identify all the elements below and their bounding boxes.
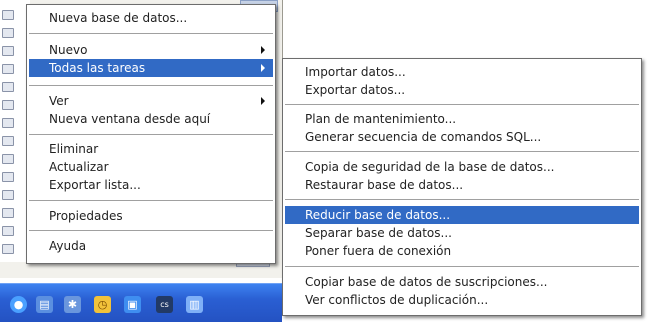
menu-separator bbox=[29, 33, 273, 35]
tree-node-icon[interactable] bbox=[2, 244, 14, 254]
menu-item-export-data[interactable]: Exportar datos... bbox=[285, 81, 639, 99]
console-icon[interactable]: cs bbox=[156, 296, 173, 313]
menu-item-label: Poner fuera de conexión bbox=[305, 244, 452, 258]
taskbar: ● ▤ ✱ ◷ ▣ cs ▥ bbox=[0, 283, 282, 322]
menu-item-label: Todas las tareas bbox=[49, 61, 146, 75]
menu-item-label: Exportar lista... bbox=[49, 178, 141, 192]
all-tasks-submenu: Importar datos... Exportar datos... Plan… bbox=[282, 58, 642, 316]
menu-item-label: Eliminar bbox=[49, 142, 99, 156]
menu-item-all-tasks[interactable]: Todas las tareas bbox=[29, 59, 273, 77]
submenu-arrow-icon bbox=[261, 64, 265, 72]
menu-item-label: Restaurar base de datos... bbox=[305, 178, 464, 192]
menu-item-backup-database[interactable]: Copia de seguridad de la base de datos..… bbox=[285, 158, 639, 176]
tree-node-icon[interactable] bbox=[2, 208, 14, 218]
menu-item-import-data[interactable]: Importar datos... bbox=[285, 63, 639, 81]
tools-icon[interactable]: ✱ bbox=[64, 296, 81, 313]
menu-item-refresh[interactable]: Actualizar bbox=[29, 158, 273, 176]
menu-item-new[interactable]: Nuevo bbox=[29, 41, 273, 59]
menu-separator bbox=[29, 230, 273, 232]
clock-icon[interactable]: ◷ bbox=[94, 296, 111, 313]
menu-item-shrink-database[interactable]: Reducir base de datos... bbox=[285, 206, 639, 224]
menu-item-label: Ver bbox=[49, 94, 69, 108]
menu-item-help[interactable]: Ayuda bbox=[29, 237, 273, 255]
menu-item-view[interactable]: Ver bbox=[29, 92, 273, 110]
tree-node-icon[interactable] bbox=[2, 190, 14, 200]
menu-item-export-list[interactable]: Exportar lista... bbox=[29, 176, 273, 194]
menu-item-properties[interactable]: Propiedades bbox=[29, 207, 273, 225]
menu-separator bbox=[285, 151, 639, 153]
menu-item-label: Exportar datos... bbox=[305, 83, 406, 97]
menu-item-label: Importar datos... bbox=[305, 65, 406, 79]
tree-node-icon[interactable] bbox=[2, 172, 14, 182]
menu-item-detach-database[interactable]: Separar base de datos... bbox=[285, 224, 639, 242]
menu-item-label: Nueva base de datos... bbox=[49, 11, 188, 25]
menu-item-label: Plan de mantenimiento... bbox=[305, 112, 457, 126]
menu-item-maintenance-plan[interactable]: Plan de mantenimiento... bbox=[285, 110, 639, 128]
tree-node-icon[interactable] bbox=[2, 118, 14, 128]
menu-item-label: Actualizar bbox=[49, 160, 109, 174]
tree-node-icon[interactable] bbox=[2, 10, 14, 20]
menu-item-label: Nueva ventana desde aquí bbox=[49, 112, 211, 126]
tree-node-icon[interactable] bbox=[2, 64, 14, 74]
menu-item-delete[interactable]: Eliminar bbox=[29, 140, 273, 158]
tree-node-icon[interactable] bbox=[2, 154, 14, 164]
menu-separator bbox=[29, 134, 273, 136]
menu-item-label: Separar base de datos... bbox=[305, 226, 452, 240]
menu-item-copy-subscription-database[interactable]: Copiar base de datos de suscripciones... bbox=[285, 273, 639, 291]
menu-item-generate-sql-script[interactable]: Generar secuencia de comandos SQL... bbox=[285, 128, 639, 146]
app-icon[interactable]: ● bbox=[10, 296, 27, 313]
menu-item-label: Copiar base de datos de suscripciones... bbox=[305, 275, 548, 289]
menu-item-new-window[interactable]: Nueva ventana desde aquí bbox=[29, 110, 273, 128]
submenu-arrow-icon bbox=[261, 46, 265, 54]
menu-item-new-database[interactable]: Nueva base de datos... bbox=[29, 9, 273, 27]
menu-item-label: Reducir base de datos... bbox=[305, 208, 451, 222]
menu-item-label: Propiedades bbox=[49, 209, 123, 223]
menu-separator bbox=[29, 85, 273, 87]
tree-node-icon[interactable] bbox=[2, 226, 14, 236]
submenu-arrow-icon bbox=[261, 97, 265, 105]
menu-separator bbox=[285, 266, 639, 268]
document-icon[interactable]: ▥ bbox=[186, 296, 203, 313]
menu-item-label: Copia de seguridad de la base de datos..… bbox=[305, 160, 555, 174]
menu-item-restore-database[interactable]: Restaurar base de datos... bbox=[285, 176, 639, 194]
folder-icon[interactable]: ▣ bbox=[124, 296, 141, 313]
context-menu: Nueva base de datos... Nuevo Todas las t… bbox=[26, 4, 276, 264]
menu-separator bbox=[285, 104, 639, 106]
tree-node-icon[interactable] bbox=[2, 136, 14, 146]
database-icon[interactable]: ▤ bbox=[36, 296, 53, 313]
tree-node-icon[interactable] bbox=[2, 82, 14, 92]
tree-node-icon[interactable] bbox=[2, 100, 14, 110]
menu-item-label: Nuevo bbox=[49, 43, 88, 57]
menu-item-label: Ayuda bbox=[49, 239, 87, 253]
menu-separator bbox=[285, 199, 639, 201]
menu-item-take-offline[interactable]: Poner fuera de conexión bbox=[285, 242, 639, 260]
menu-separator bbox=[29, 200, 273, 202]
tree-node-icon[interactable] bbox=[2, 28, 14, 38]
tree-node-icon[interactable] bbox=[2, 46, 14, 56]
menu-item-label: Ver conflictos de duplicación... bbox=[305, 293, 489, 307]
menu-item-label: Generar secuencia de comandos SQL... bbox=[305, 130, 542, 144]
menu-item-view-replication-conflicts[interactable]: Ver conflictos de duplicación... bbox=[285, 291, 639, 309]
